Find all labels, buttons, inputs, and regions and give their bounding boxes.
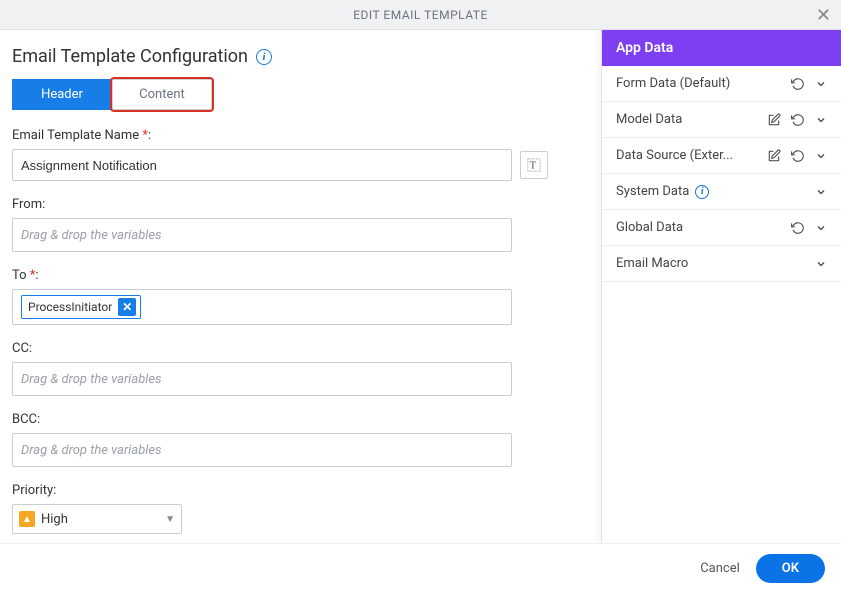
appdata-label: Form Data (Default) — [616, 76, 791, 91]
input-template-name[interactable] — [12, 149, 512, 181]
dialog-title: EDIT EMAIL TEMPLATE — [353, 8, 488, 22]
input-from[interactable]: Drag & drop the variables — [12, 218, 512, 252]
label-bcc: BCC: — [12, 412, 589, 427]
label-template-name: Email Template Name *: — [12, 128, 589, 143]
chip-processinitiator: ProcessInitiator ✕ — [21, 295, 141, 319]
input-cc[interactable]: Drag & drop the variables — [12, 362, 512, 396]
appdata-item-datasource[interactable]: Data Source (Exter... — [602, 138, 841, 174]
appdata-panel: App Data Form Data (Default) Model Data … — [601, 30, 841, 543]
refresh-icon[interactable] — [791, 77, 805, 91]
ok-button[interactable]: OK — [756, 554, 825, 583]
priority-value: High — [41, 512, 68, 527]
label-to: To *: — [12, 268, 589, 283]
appdata-item-global[interactable]: Global Data — [602, 210, 841, 246]
label-priority: Priority: — [12, 483, 589, 498]
field-to: To *: ProcessInitiator ✕ — [12, 268, 589, 325]
input-to[interactable]: ProcessInitiator ✕ — [12, 289, 512, 325]
refresh-icon[interactable] — [791, 221, 805, 235]
chevron-down-icon — [815, 186, 827, 198]
appdata-item-form[interactable]: Form Data (Default) — [602, 66, 841, 102]
chevron-down-icon — [815, 222, 827, 234]
tab-content[interactable]: Content — [112, 79, 212, 110]
field-priority: Priority: ▲ High ▼ — [12, 483, 589, 534]
refresh-icon[interactable] — [791, 113, 805, 127]
text-helper-icon[interactable]: T — [520, 151, 548, 179]
chip-label: ProcessInitiator — [28, 300, 112, 314]
appdata-item-system[interactable]: System Data i — [602, 174, 841, 210]
info-icon[interactable]: i — [256, 49, 272, 65]
chevron-down-icon — [815, 78, 827, 90]
section-title: Email Template Configuration i — [12, 46, 589, 67]
appdata-item-model[interactable]: Model Data — [602, 102, 841, 138]
field-bcc: BCC: Drag & drop the variables — [12, 412, 589, 467]
placeholder-cc: Drag & drop the variables — [21, 372, 162, 387]
tabs: Header Content — [12, 79, 589, 110]
label-from: From: — [12, 197, 589, 212]
cancel-button[interactable]: Cancel — [700, 561, 740, 576]
select-priority[interactable]: ▲ High ▼ — [12, 504, 182, 534]
input-bcc[interactable]: Drag & drop the variables — [12, 433, 512, 467]
left-panel: Email Template Configuration i Header Co… — [0, 30, 601, 543]
appdata-label: Model Data — [616, 112, 767, 127]
label-cc: CC: — [12, 341, 589, 356]
appdata-item-macro[interactable]: Email Macro — [602, 246, 841, 282]
appdata-label: Data Source (Exter... — [616, 148, 767, 163]
dialog-footer: Cancel OK — [0, 543, 841, 593]
field-template-name: Email Template Name *: T — [12, 128, 589, 181]
placeholder-bcc: Drag & drop the variables — [21, 443, 162, 458]
close-icon[interactable]: ✕ — [816, 5, 831, 26]
priority-high-icon: ▲ — [19, 511, 35, 527]
section-title-text: Email Template Configuration — [12, 46, 248, 67]
svg-text:T: T — [530, 161, 537, 172]
appdata-label: System Data — [616, 184, 689, 199]
placeholder-from: Drag & drop the variables — [21, 228, 162, 243]
appdata-label: Global Data — [616, 220, 791, 235]
tab-header[interactable]: Header — [12, 79, 112, 110]
chevron-down-icon — [815, 150, 827, 162]
edit-icon[interactable] — [767, 149, 781, 163]
field-cc: CC: Drag & drop the variables — [12, 341, 589, 396]
chevron-down-icon — [815, 114, 827, 126]
required-marker: * — [30, 268, 36, 283]
refresh-icon[interactable] — [791, 149, 805, 163]
chip-remove-icon[interactable]: ✕ — [118, 298, 136, 316]
info-icon[interactable]: i — [695, 185, 709, 199]
chevron-down-icon: ▼ — [165, 514, 175, 525]
dialog-header: EDIT EMAIL TEMPLATE ✕ — [0, 0, 841, 30]
field-from: From: Drag & drop the variables — [12, 197, 589, 252]
appdata-label: Email Macro — [616, 256, 815, 271]
main-area: Email Template Configuration i Header Co… — [0, 30, 841, 543]
edit-icon[interactable] — [767, 113, 781, 127]
chevron-down-icon — [815, 258, 827, 270]
appdata-header: App Data — [602, 30, 841, 66]
required-marker: * — [142, 128, 148, 143]
